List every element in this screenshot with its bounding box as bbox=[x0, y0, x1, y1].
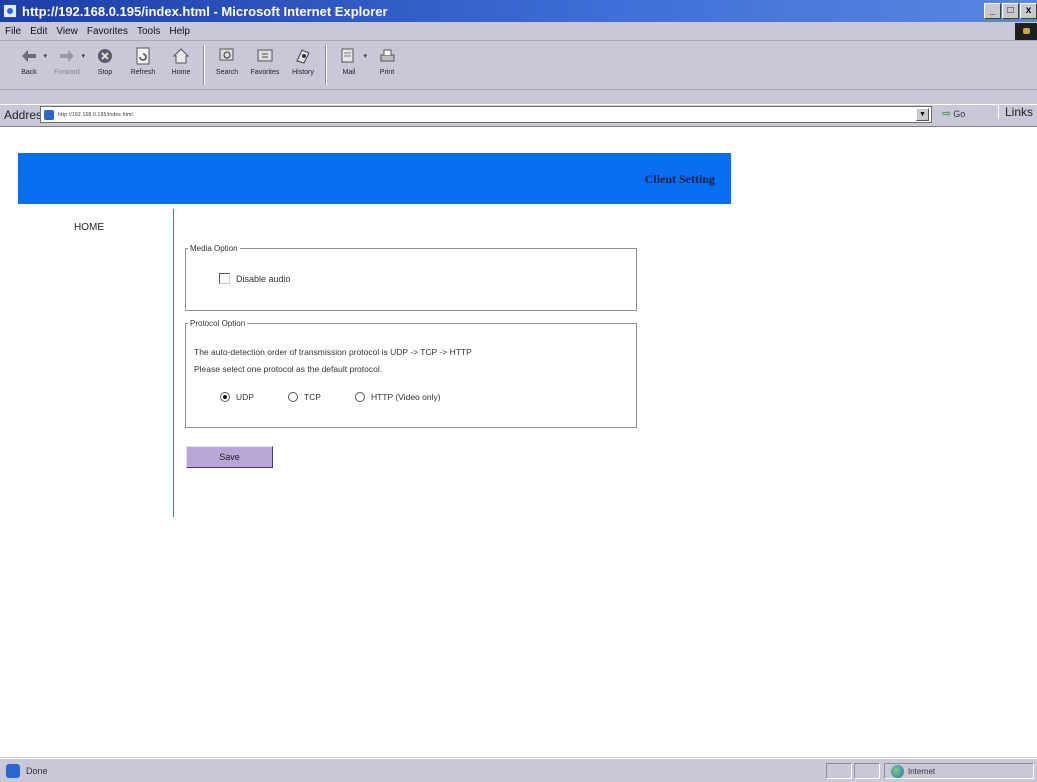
status-panel bbox=[854, 763, 880, 779]
menu-edit[interactable]: Edit bbox=[30, 26, 47, 37]
minimize-button[interactable]: _ bbox=[984, 3, 1001, 19]
page-icon bbox=[44, 109, 54, 120]
address-url[interactable]: http://192.168.0.195/index.html bbox=[58, 112, 133, 118]
favorites-icon bbox=[255, 46, 275, 66]
history-button[interactable]: History bbox=[284, 42, 322, 88]
address-label: Address bbox=[4, 107, 49, 122]
print-icon bbox=[377, 46, 397, 66]
http-radio[interactable] bbox=[354, 392, 365, 402]
status-panel bbox=[826, 763, 852, 779]
refresh-label: Refresh bbox=[130, 69, 156, 76]
forward-dropdown-icon[interactable]: ▾ bbox=[81, 52, 85, 60]
go-button[interactable]: ⇨ Go bbox=[942, 107, 965, 120]
favorites-label: Favorites bbox=[250, 69, 280, 76]
history-label: History bbox=[292, 69, 314, 76]
menu-bar: File Edit View Favorites Tools Help bbox=[0, 22, 1037, 41]
ie-window-icon[interactable] bbox=[3, 4, 17, 18]
mail-button[interactable]: Mail ▾ bbox=[330, 42, 368, 88]
toolbar-separator bbox=[203, 45, 205, 85]
tcp-radio[interactable] bbox=[287, 392, 298, 402]
back-dropdown-icon[interactable]: ▾ bbox=[43, 52, 47, 60]
header-banner: Client Setting bbox=[18, 153, 731, 204]
refresh-icon bbox=[133, 46, 153, 66]
page-title: Client Setting bbox=[644, 172, 715, 186]
http-label[interactable]: HTTP (Video only) bbox=[371, 392, 441, 402]
disable-audio-checkbox[interactable] bbox=[219, 273, 230, 284]
udp-option[interactable]: UDP bbox=[220, 392, 254, 402]
back-label: Back bbox=[21, 69, 37, 76]
address-input[interactable]: http://192.168.0.195/index.html ▼ bbox=[40, 106, 932, 123]
home-link[interactable]: HOME bbox=[74, 222, 104, 233]
status-text: Done bbox=[26, 765, 48, 776]
search-label: Search bbox=[215, 69, 239, 76]
window-controls: _ □ x bbox=[984, 3, 1037, 19]
menu-favorites[interactable]: Favorites bbox=[87, 26, 128, 37]
go-arrow-icon: ⇨ bbox=[942, 108, 952, 120]
search-button[interactable]: Search bbox=[208, 42, 246, 88]
maximize-button[interactable]: □ bbox=[1002, 3, 1019, 19]
browser-window: http://192.168.0.195/index.html - Micros… bbox=[0, 0, 1037, 782]
forward-label: Forward bbox=[54, 69, 80, 76]
refresh-button[interactable]: Refresh bbox=[124, 42, 162, 88]
udp-label[interactable]: UDP bbox=[236, 392, 254, 402]
media-option-group: Media Option Disable audio bbox=[185, 244, 637, 311]
nav-divider bbox=[173, 209, 174, 517]
protocol-radio-group: UDP TCP HTTP (Video only) bbox=[220, 392, 475, 402]
status-bar: Done Internet bbox=[0, 758, 1037, 782]
favorites-button[interactable]: Favorites bbox=[246, 42, 284, 88]
udp-radio[interactable] bbox=[220, 392, 230, 402]
stop-button[interactable]: Stop bbox=[86, 42, 124, 88]
home-button[interactable]: Home bbox=[162, 42, 200, 88]
standard-toolbar: Back ▾ Forward ▾ Stop Refresh Home Searc… bbox=[0, 42, 1037, 90]
home-icon bbox=[171, 46, 191, 66]
stop-label: Stop bbox=[97, 69, 113, 76]
forward-button[interactable]: Forward ▾ bbox=[48, 42, 86, 88]
stop-icon bbox=[95, 46, 115, 66]
ie-throbber-logo-icon bbox=[1015, 23, 1037, 40]
disable-audio-label[interactable]: Disable audio bbox=[236, 274, 291, 284]
protocol-option-legend: Protocol Option bbox=[190, 319, 246, 328]
media-option-legend: Media Option bbox=[190, 244, 238, 253]
mail-dropdown-icon[interactable]: ▾ bbox=[363, 52, 367, 60]
menu-tools[interactable]: Tools bbox=[137, 26, 160, 37]
print-label: Print bbox=[379, 69, 395, 76]
toolbar-separator bbox=[325, 45, 327, 85]
protocol-option-group: Protocol Option The auto-detection order… bbox=[185, 319, 637, 428]
save-button[interactable]: Save bbox=[186, 446, 273, 468]
address-bar: Address http://192.168.0.195/index.html … bbox=[0, 104, 1037, 124]
http-option[interactable]: HTTP (Video only) bbox=[354, 392, 441, 402]
zone-label: Internet bbox=[908, 766, 936, 776]
close-button[interactable]: x bbox=[1020, 3, 1037, 19]
address-dropdown-icon[interactable]: ▼ bbox=[916, 108, 929, 121]
go-label: Go bbox=[953, 108, 966, 119]
back-arrow-icon bbox=[19, 46, 39, 66]
tcp-option[interactable]: TCP bbox=[287, 392, 321, 402]
title-bar[interactable]: http://192.168.0.195/index.html - Micros… bbox=[0, 0, 1037, 22]
search-icon bbox=[217, 46, 237, 66]
tcp-label[interactable]: TCP bbox=[304, 392, 321, 402]
window-title: http://192.168.0.195/index.html - Micros… bbox=[22, 3, 388, 19]
status-page-icon bbox=[6, 763, 20, 778]
links-button[interactable]: Links bbox=[998, 105, 1033, 119]
menu-file[interactable]: File bbox=[5, 26, 21, 37]
internet-globe-icon bbox=[891, 764, 904, 778]
menu-help[interactable]: Help bbox=[169, 26, 190, 37]
disable-audio-row[interactable]: Disable audio bbox=[219, 273, 291, 284]
protocol-order-text: The auto-detection order of transmission… bbox=[194, 347, 472, 357]
print-button[interactable]: Print bbox=[368, 42, 406, 88]
protocol-instruction-text: Please select one protocol as the defaul… bbox=[194, 364, 383, 374]
menu-view[interactable]: View bbox=[56, 26, 78, 37]
mail-icon bbox=[339, 46, 359, 66]
forward-arrow-icon bbox=[57, 46, 77, 66]
mail-label: Mail bbox=[342, 69, 356, 76]
history-icon bbox=[293, 46, 313, 66]
back-button[interactable]: Back ▾ bbox=[10, 42, 48, 88]
security-zone: Internet bbox=[884, 763, 1034, 779]
home-label: Home bbox=[171, 69, 191, 76]
page-content: Client Setting HOME Media Option Disable… bbox=[0, 126, 1037, 757]
